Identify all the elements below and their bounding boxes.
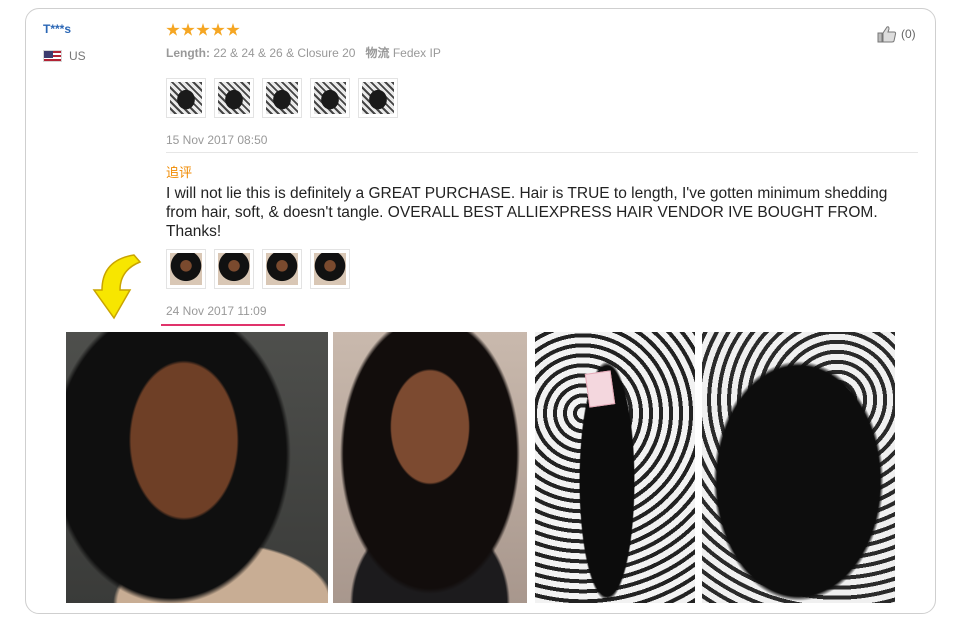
star-icon (211, 23, 225, 36)
country-label: US (69, 49, 86, 63)
product-key: Length: (166, 46, 210, 60)
star-icon (196, 23, 210, 36)
helpful-count: (0) (901, 27, 916, 41)
review-timestamp: 15 Nov 2017 08:50 (166, 133, 268, 147)
photo-thumb[interactable] (166, 249, 206, 289)
reviewer-name[interactable]: T***s (43, 22, 71, 36)
shipping-key: 物流 (365, 46, 390, 60)
divider (166, 152, 918, 153)
product-value: 22 & 24 & 26 & Closure 20 (213, 46, 356, 60)
star-icon (226, 23, 240, 36)
photo-thumb[interactable] (214, 249, 254, 289)
review-photo-thumbs (166, 78, 398, 118)
photo-thumb[interactable] (358, 78, 398, 118)
arrow-icon (92, 254, 142, 320)
customer-photo[interactable] (535, 332, 695, 603)
additional-feedback-label: 追评 (166, 165, 193, 180)
shipping-value: Fedex IP (392, 46, 441, 60)
order-info: Length: 22 & 24 & 26 & Closure 20 物流 Fed… (166, 44, 441, 61)
photo-thumb[interactable] (310, 249, 350, 289)
customer-photo[interactable] (66, 332, 328, 603)
star-icon (166, 23, 180, 36)
photo-thumb[interactable] (310, 78, 350, 118)
additional-feedback-timestamp: 24 Nov 2017 11:09 (166, 304, 267, 318)
additional-photo-thumbs (166, 249, 350, 289)
photo-thumb[interactable] (214, 78, 254, 118)
timestamp-highlight (161, 324, 285, 326)
additional-feedback-text: I will not lie this is definitely a GREA… (166, 185, 888, 240)
photo-thumb[interactable] (262, 249, 302, 289)
product-tag (584, 370, 616, 408)
star-icon (181, 23, 195, 36)
photo-thumb[interactable] (166, 78, 206, 118)
customer-photo[interactable] (702, 332, 895, 603)
photo-thumb[interactable] (262, 78, 302, 118)
reviewer-country: US (43, 49, 86, 63)
customer-photo[interactable] (333, 332, 527, 603)
thumbs-up-icon (877, 26, 897, 43)
star-rating (166, 23, 240, 37)
helpful-button[interactable]: (0) (877, 25, 916, 43)
us-flag-icon (43, 50, 62, 62)
